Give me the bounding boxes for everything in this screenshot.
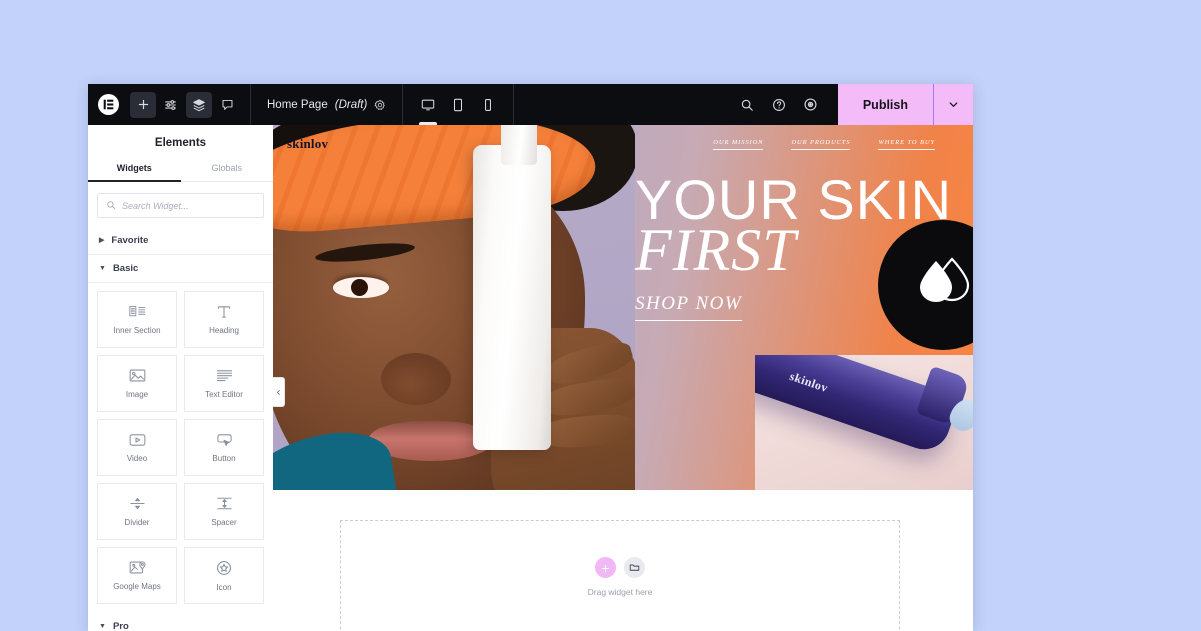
publish-options-chevron-down-icon[interactable] xyxy=(933,84,973,125)
category-label: Favorite xyxy=(111,235,149,246)
button-cursor-icon xyxy=(216,433,233,447)
document-status: (Draft) xyxy=(334,98,368,111)
dropzone-label: Drag widget here xyxy=(587,587,653,597)
water-droplets-icon xyxy=(912,255,973,316)
notes-button[interactable] xyxy=(214,92,240,118)
search-icon xyxy=(106,197,116,215)
widget-label: Button xyxy=(212,453,236,463)
document-title-group[interactable]: Home Page (Draft) xyxy=(251,84,402,125)
responsive-device-switcher xyxy=(403,84,513,125)
widget-button[interactable]: Button xyxy=(184,419,264,476)
category-label: Basic xyxy=(112,263,139,274)
widget-label: Divider xyxy=(124,518,150,527)
finder-search-icon[interactable] xyxy=(734,92,760,118)
help-question-circle-icon[interactable] xyxy=(766,92,792,118)
nav-link-where-to-buy[interactable]: WHERE TO BUY xyxy=(878,139,935,150)
category-favorite[interactable]: ▶ Favorite xyxy=(88,227,273,255)
editor-top-bar: Home Page (Draft) Publish xyxy=(88,84,973,125)
widget-divider[interactable]: Divider xyxy=(97,483,177,540)
widget-label: Image xyxy=(125,390,149,399)
gear-icon[interactable] xyxy=(374,99,386,111)
widget-list-scroll[interactable]: ▶ Favorite ▼ Basic Inner Section Heading… xyxy=(88,227,273,631)
panel-collapse-chevron-left-icon[interactable] xyxy=(273,377,285,407)
tab-widgets[interactable]: Widgets xyxy=(88,158,181,182)
search-widget-box[interactable] xyxy=(97,193,264,218)
basic-widget-grid: Inner Section Heading Image Text Editor … xyxy=(88,283,273,604)
widget-icon[interactable]: Icon xyxy=(184,547,264,604)
dropzone-buttons: + xyxy=(595,557,645,578)
widget-label: Heading xyxy=(209,326,239,335)
product-bottle: skinlov xyxy=(473,145,551,450)
open-library-folder-icon[interactable] xyxy=(624,557,645,578)
panel-tabs: Widgets Globals xyxy=(88,158,273,182)
elementor-editor: Home Page (Draft) Publish Elements Widge… xyxy=(88,84,973,631)
widget-label: Video xyxy=(126,453,148,463)
widget-video[interactable]: Video xyxy=(97,419,177,476)
widget-label: Google Maps xyxy=(113,582,161,591)
site-logo[interactable]: skinlov xyxy=(287,136,328,152)
chevron-right-icon: ▶ xyxy=(99,237,105,244)
google-maps-pin-icon xyxy=(129,560,146,575)
document-title: Home Page xyxy=(267,98,328,111)
nav-link-our-mission[interactable]: OUR MISSION xyxy=(713,139,764,150)
category-label: Pro xyxy=(112,621,129,631)
top-bar-left-group xyxy=(88,84,250,125)
widget-dropzone[interactable]: + Drag widget here xyxy=(340,520,900,631)
image-icon xyxy=(129,368,146,383)
editor-body: Elements Widgets Globals ▶ Favorite xyxy=(88,125,973,631)
elementor-logo-icon[interactable] xyxy=(98,94,119,115)
widget-inner-section[interactable]: Inner Section xyxy=(97,291,177,348)
star-circle-icon xyxy=(216,560,232,576)
category-basic[interactable]: ▼ Basic xyxy=(88,255,273,283)
top-bar-right-group xyxy=(720,84,838,125)
widget-label: Text Editor xyxy=(205,390,243,399)
add-widget-plus-icon[interactable]: + xyxy=(595,557,616,578)
nav-link-our-products[interactable]: OUR PRODUCTS xyxy=(791,139,851,150)
page-title: Elements xyxy=(154,137,207,149)
top-bar-spacer xyxy=(514,84,720,125)
preview-eye-icon[interactable] xyxy=(798,92,824,118)
spacer-icon xyxy=(216,496,233,511)
settings-button[interactable] xyxy=(158,92,184,118)
product-tube-image: skinlov xyxy=(755,355,973,490)
device-desktop-button[interactable] xyxy=(415,84,441,125)
hero-navigation: OUR MISSION OUR PRODUCTS WHERE TO BUY xyxy=(713,139,935,150)
chevron-down-icon: ▼ xyxy=(99,623,106,630)
widget-label: Icon xyxy=(216,582,232,592)
search-input[interactable] xyxy=(122,200,255,211)
device-mobile-button[interactable] xyxy=(475,84,501,125)
heading-t-icon xyxy=(216,304,232,319)
widget-label: Spacer xyxy=(211,518,237,527)
widget-image[interactable]: Image xyxy=(97,355,177,412)
structure-button[interactable] xyxy=(186,91,212,118)
hero-cta-link[interactable]: SHOP NOW xyxy=(635,293,743,321)
search-widget-wrapper xyxy=(88,182,273,227)
hero-section[interactable]: skinlov skinlov OUR MISSION OUR PRODUCTS… xyxy=(273,125,973,490)
chevron-down-icon: ▼ xyxy=(99,265,106,272)
video-play-icon xyxy=(129,433,146,447)
divider-icon xyxy=(129,496,146,511)
widget-google-maps[interactable]: Google Maps xyxy=(97,547,177,604)
publish-button[interactable]: Publish xyxy=(837,84,933,125)
widget-heading[interactable]: Heading xyxy=(184,291,264,348)
category-pro[interactable]: ▼ Pro xyxy=(88,613,273,631)
hero-portrait-image: skinlov xyxy=(273,125,635,490)
inner-section-icon xyxy=(128,304,146,319)
widget-label: Inner Section xyxy=(113,326,161,335)
text-editor-icon xyxy=(216,368,233,383)
widget-text-editor[interactable]: Text Editor xyxy=(184,355,264,412)
device-tablet-button[interactable] xyxy=(445,84,471,125)
widget-spacer[interactable]: Spacer xyxy=(184,483,264,540)
tab-globals[interactable]: Globals xyxy=(181,158,274,181)
page-canvas[interactable]: skinlov skinlov OUR MISSION OUR PRODUCTS… xyxy=(273,125,973,631)
elements-panel: Elements Widgets Globals ▶ Favorite xyxy=(88,125,285,631)
add-element-button[interactable] xyxy=(130,91,156,118)
